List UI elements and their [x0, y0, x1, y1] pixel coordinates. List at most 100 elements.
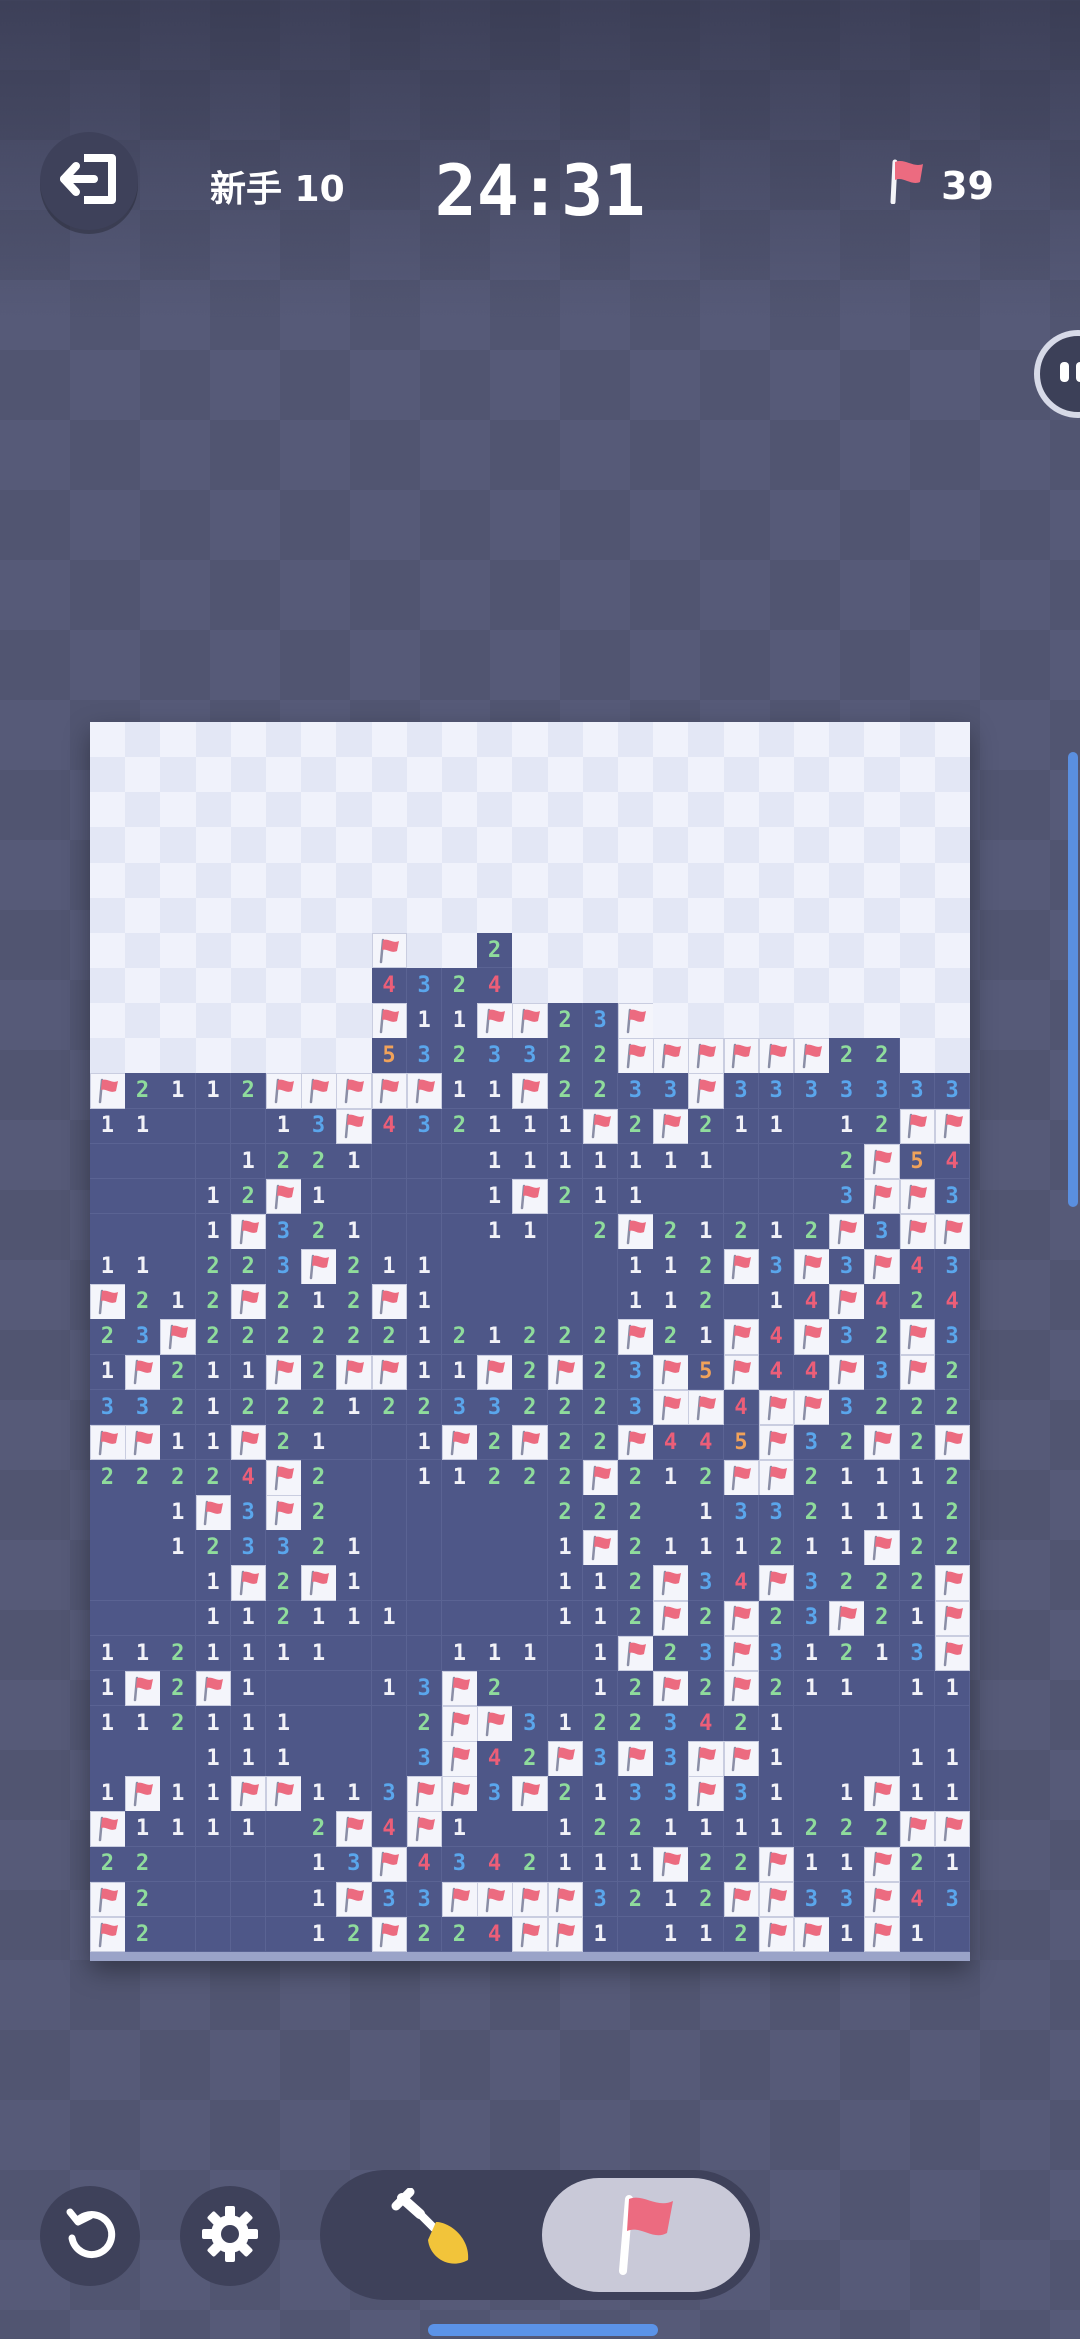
- empty-cell[interactable]: [90, 1214, 126, 1250]
- covered-cell[interactable]: [758, 932, 795, 969]
- flagged-cell[interactable]: [266, 1460, 302, 1496]
- covered-cell[interactable]: [582, 757, 619, 793]
- number-cell[interactable]: 3: [758, 1495, 795, 1531]
- covered-cell[interactable]: [477, 862, 513, 899]
- flagged-cell[interactable]: [301, 1073, 337, 1110]
- number-cell[interactable]: 2: [688, 1108, 725, 1145]
- number-cell[interactable]: 3: [758, 1635, 795, 1672]
- flagged-cell[interactable]: [723, 1354, 760, 1391]
- covered-cell[interactable]: [371, 757, 408, 793]
- covered-cell[interactable]: [758, 722, 795, 758]
- number-cell[interactable]: 3: [899, 1073, 936, 1110]
- flagged-cell[interactable]: [794, 1389, 830, 1426]
- number-cell[interactable]: 1: [477, 1635, 513, 1672]
- number-cell[interactable]: 1: [864, 1495, 901, 1531]
- flagged-cell[interactable]: [406, 1776, 443, 1812]
- covered-cell[interactable]: [688, 932, 725, 969]
- empty-cell[interactable]: [406, 1495, 443, 1531]
- number-cell[interactable]: 2: [90, 1319, 126, 1356]
- number-cell[interactable]: 2: [547, 1038, 584, 1074]
- empty-cell[interactable]: [406, 1565, 443, 1602]
- number-cell[interactable]: 1: [230, 1354, 267, 1391]
- number-cell[interactable]: 1: [195, 1776, 232, 1812]
- number-cell[interactable]: 3: [618, 1354, 654, 1391]
- number-cell[interactable]: 3: [371, 1881, 408, 1918]
- number-cell[interactable]: 2: [301, 1460, 337, 1496]
- covered-cell[interactable]: [266, 827, 302, 864]
- empty-cell[interactable]: [125, 1178, 161, 1215]
- number-cell[interactable]: 2: [230, 1178, 267, 1215]
- empty-cell[interactable]: [477, 1600, 513, 1637]
- flagged-cell[interactable]: [230, 1284, 267, 1320]
- flagged-cell[interactable]: [371, 1073, 408, 1110]
- flagged-cell[interactable]: [864, 1424, 901, 1461]
- covered-cell[interactable]: [547, 792, 584, 828]
- covered-cell[interactable]: [301, 792, 337, 828]
- number-cell[interactable]: 2: [582, 1319, 619, 1356]
- number-cell[interactable]: 2: [195, 1284, 232, 1320]
- number-cell[interactable]: 2: [301, 1495, 337, 1531]
- flagged-cell[interactable]: [442, 1424, 478, 1461]
- number-cell[interactable]: 1: [477, 1073, 513, 1110]
- number-cell[interactable]: 2: [794, 1214, 830, 1250]
- number-cell[interactable]: 3: [618, 1389, 654, 1426]
- empty-cell[interactable]: [512, 1495, 549, 1531]
- covered-cell[interactable]: [829, 722, 865, 758]
- covered-cell[interactable]: [406, 897, 443, 934]
- empty-cell[interactable]: [477, 1530, 513, 1566]
- number-cell[interactable]: 2: [723, 1214, 760, 1250]
- number-cell[interactable]: 1: [160, 1495, 197, 1531]
- number-cell[interactable]: 3: [442, 1389, 478, 1426]
- flagged-cell[interactable]: [794, 1319, 830, 1356]
- covered-cell[interactable]: [406, 932, 443, 969]
- flagged-cell[interactable]: [547, 1881, 584, 1918]
- number-cell[interactable]: 1: [266, 1108, 302, 1145]
- flagged-cell[interactable]: [371, 1354, 408, 1391]
- number-cell[interactable]: 1: [618, 1249, 654, 1285]
- number-cell[interactable]: 1: [90, 1670, 126, 1707]
- number-cell[interactable]: 1: [829, 1846, 865, 1883]
- covered-cell[interactable]: [90, 932, 126, 969]
- number-cell[interactable]: 1: [582, 1846, 619, 1883]
- flagged-cell[interactable]: [723, 1249, 760, 1285]
- flagged-cell[interactable]: [90, 1881, 126, 1918]
- flagged-cell[interactable]: [934, 1565, 971, 1602]
- empty-cell[interactable]: [477, 1811, 513, 1848]
- number-cell[interactable]: 4: [758, 1354, 795, 1391]
- number-cell[interactable]: 3: [477, 1776, 513, 1812]
- number-cell[interactable]: 4: [688, 1424, 725, 1461]
- number-cell[interactable]: 1: [230, 1600, 267, 1637]
- number-cell[interactable]: 1: [934, 1776, 971, 1812]
- covered-cell[interactable]: [934, 897, 971, 934]
- number-cell[interactable]: 2: [899, 1389, 936, 1426]
- empty-cell[interactable]: [90, 1741, 126, 1777]
- flagged-cell[interactable]: [653, 1389, 689, 1426]
- number-cell[interactable]: 1: [829, 1530, 865, 1566]
- flagged-cell[interactable]: [864, 1776, 901, 1812]
- covered-cell[interactable]: [230, 1038, 267, 1074]
- number-cell[interactable]: 4: [723, 1389, 760, 1426]
- number-cell[interactable]: 1: [406, 1460, 443, 1496]
- number-cell[interactable]: 2: [899, 1565, 936, 1602]
- number-cell[interactable]: 2: [266, 1143, 302, 1180]
- number-cell[interactable]: 2: [864, 1108, 901, 1145]
- number-cell[interactable]: 1: [582, 1178, 619, 1215]
- flagged-cell[interactable]: [442, 1706, 478, 1742]
- number-cell[interactable]: 4: [934, 1284, 971, 1320]
- covered-cell[interactable]: [160, 827, 197, 864]
- flagged-cell[interactable]: [758, 1460, 795, 1496]
- covered-cell[interactable]: [618, 968, 654, 1004]
- number-cell[interactable]: 3: [899, 1635, 936, 1672]
- number-cell[interactable]: 2: [582, 1354, 619, 1391]
- empty-cell[interactable]: [442, 1530, 478, 1566]
- number-cell[interactable]: 2: [618, 1600, 654, 1637]
- number-cell[interactable]: 3: [864, 1073, 901, 1110]
- empty-cell[interactable]: [371, 1530, 408, 1566]
- number-cell[interactable]: 2: [477, 1670, 513, 1707]
- number-cell[interactable]: 3: [829, 1881, 865, 1918]
- number-cell[interactable]: 1: [406, 1319, 443, 1356]
- number-cell[interactable]: 1: [547, 1846, 584, 1883]
- empty-cell[interactable]: [794, 1741, 830, 1777]
- empty-cell[interactable]: [266, 1670, 302, 1707]
- number-cell[interactable]: 5: [371, 1038, 408, 1074]
